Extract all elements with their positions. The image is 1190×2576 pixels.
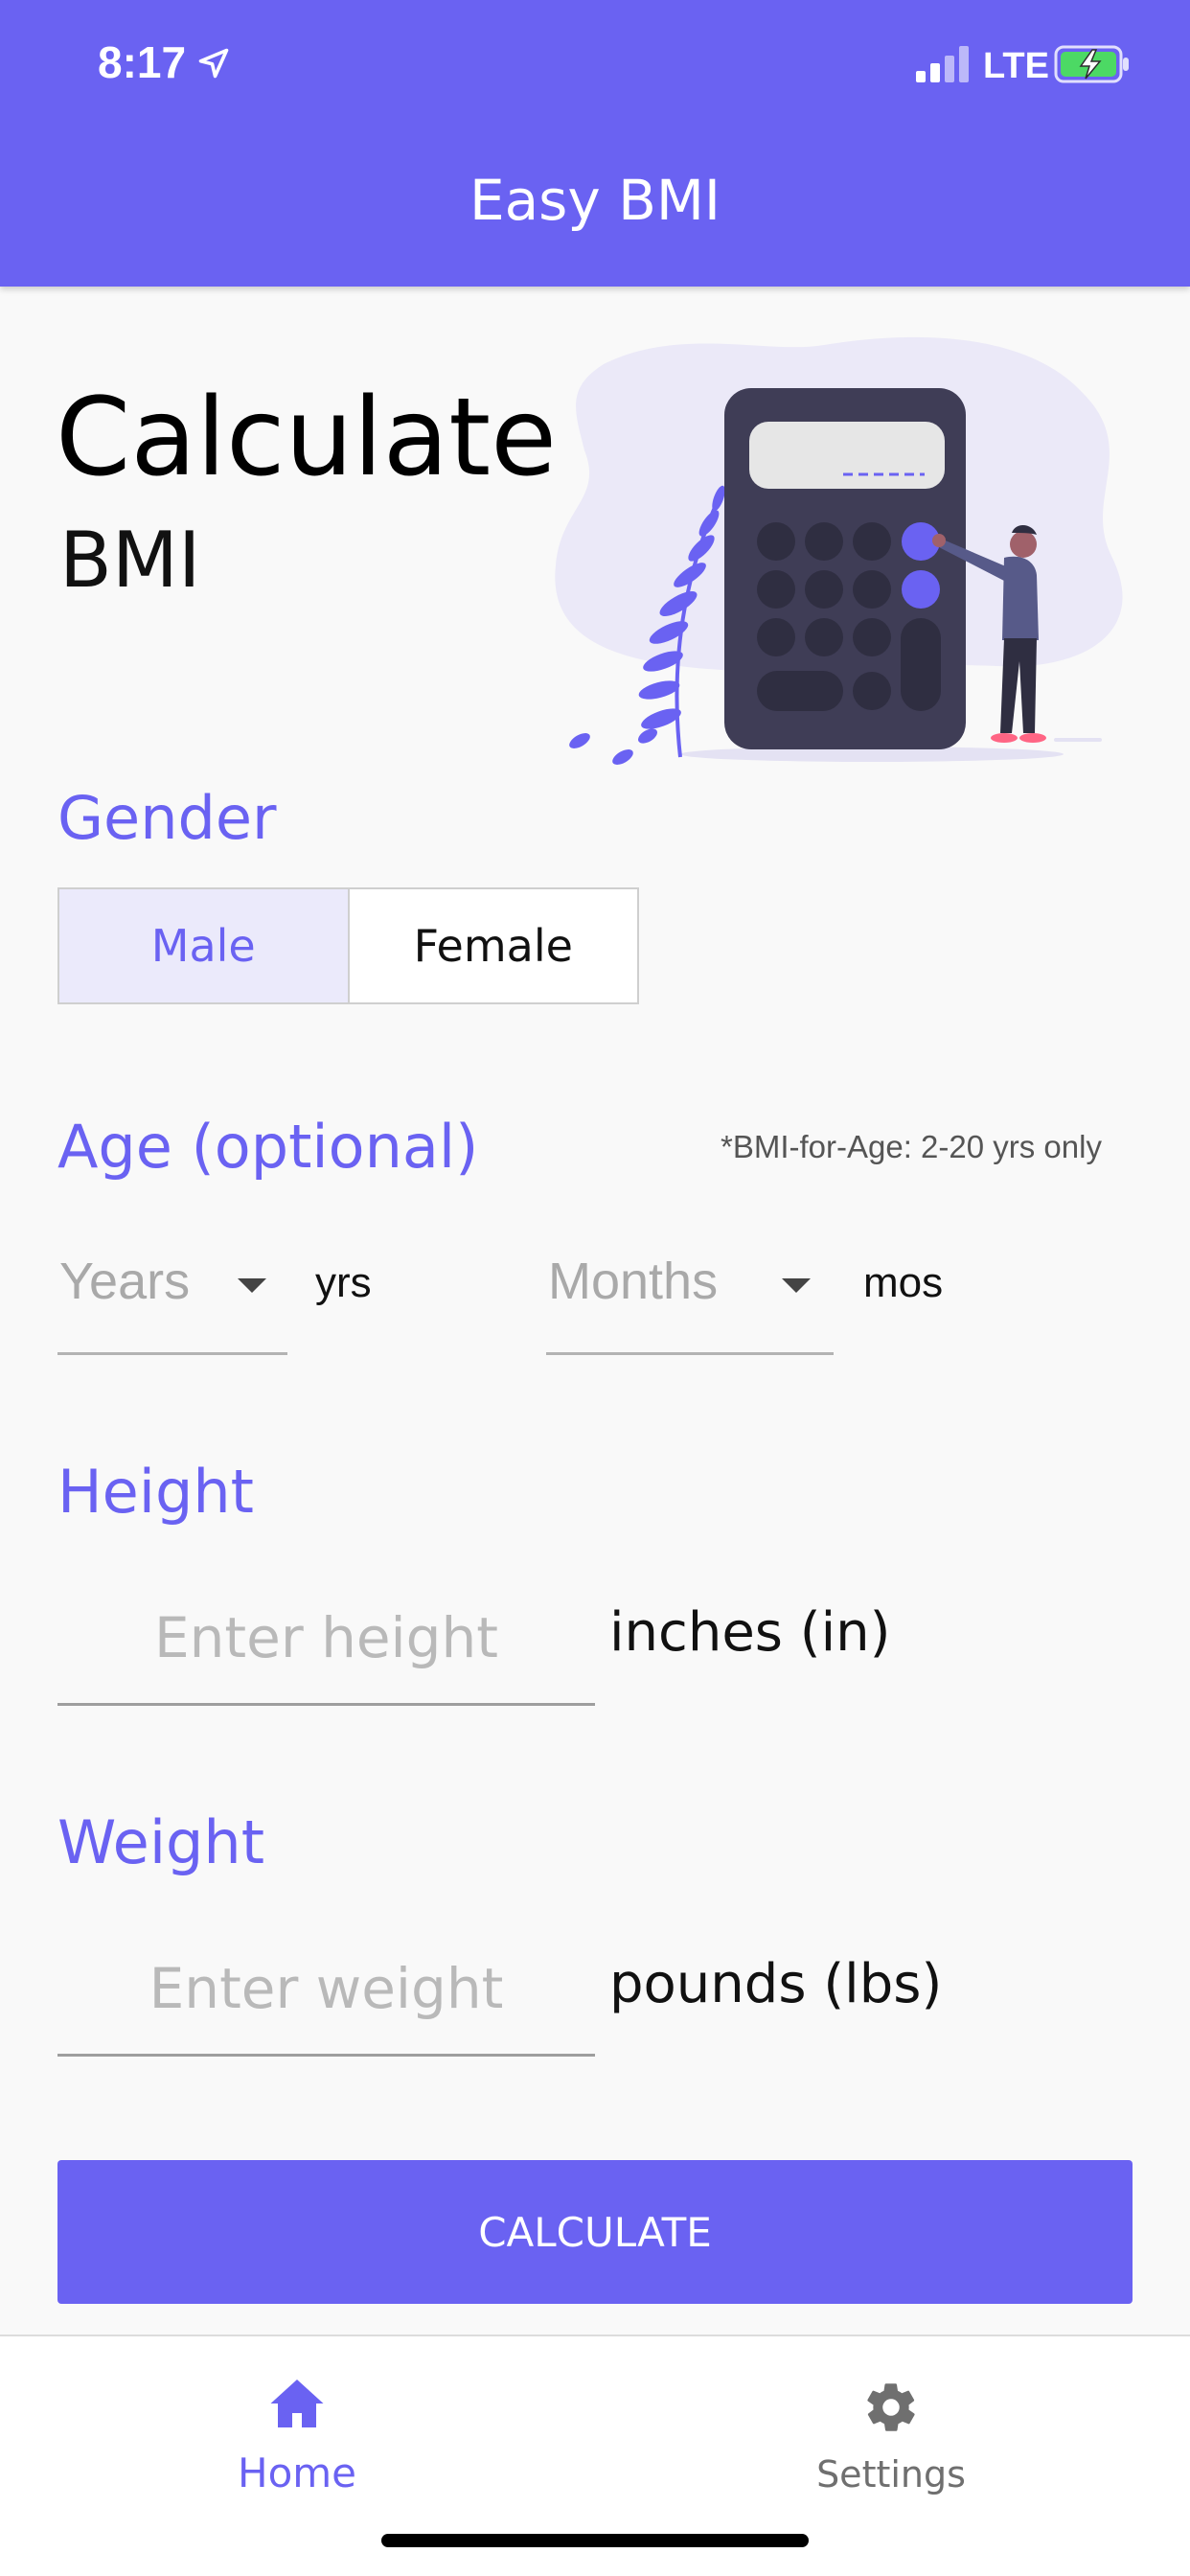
age-note: *BMI-for-Age: 2-20 yrs only (721, 1129, 1102, 1164)
app-header: 8:17 LTE Easy BMI (0, 0, 1190, 287)
height-label: Height (57, 1457, 254, 1527)
network-type-label: LTE (983, 46, 1049, 86)
gender-label: Gender (57, 783, 277, 853)
home-indicator (381, 2534, 809, 2547)
calculate-button[interactable]: CALCULATE (57, 2160, 1133, 2304)
years-unit-label: yrs (315, 1259, 372, 1306)
nav-home-label: Home (237, 2450, 357, 2496)
gender-female-button[interactable]: Female (349, 889, 637, 1002)
app-title: Easy BMI (469, 168, 721, 233)
years-select[interactable]: Years (57, 1246, 287, 1355)
nav-settings-label: Settings (816, 2453, 966, 2496)
height-unit-label: inches (in) (609, 1601, 891, 1664)
page-title: Calculate (56, 376, 558, 500)
months-select-value: Months (548, 1253, 719, 1310)
nav-item-home[interactable]: Home (201, 2356, 393, 2509)
battery-charging-icon (1054, 45, 1129, 83)
years-select-value: Years (59, 1253, 191, 1310)
months-unit-label: mos (863, 1259, 944, 1306)
home-icon (270, 2380, 324, 2427)
status-time: 8:17 (98, 37, 187, 87)
gender-toggle: Male Female (57, 887, 639, 1004)
gender-male-button[interactable]: Male (59, 889, 350, 1002)
location-arrow-icon (198, 48, 229, 79)
chevron-down-icon (782, 1278, 811, 1293)
nav-item-settings[interactable]: Settings (795, 2356, 987, 2509)
age-label: Age (optional) (57, 1112, 479, 1182)
weight-input[interactable] (57, 1922, 595, 2057)
signal-bars-icon (916, 46, 969, 82)
gear-icon (867, 2383, 915, 2431)
height-input[interactable] (57, 1572, 595, 1706)
weight-unit-label: pounds (lbs) (609, 1953, 943, 2015)
page-subtitle: BMI (59, 516, 201, 605)
months-select[interactable]: Months (546, 1246, 834, 1355)
calculator-person-illustration (555, 336, 1123, 765)
weight-label: Weight (57, 1807, 265, 1877)
chevron-down-icon (238, 1278, 266, 1293)
